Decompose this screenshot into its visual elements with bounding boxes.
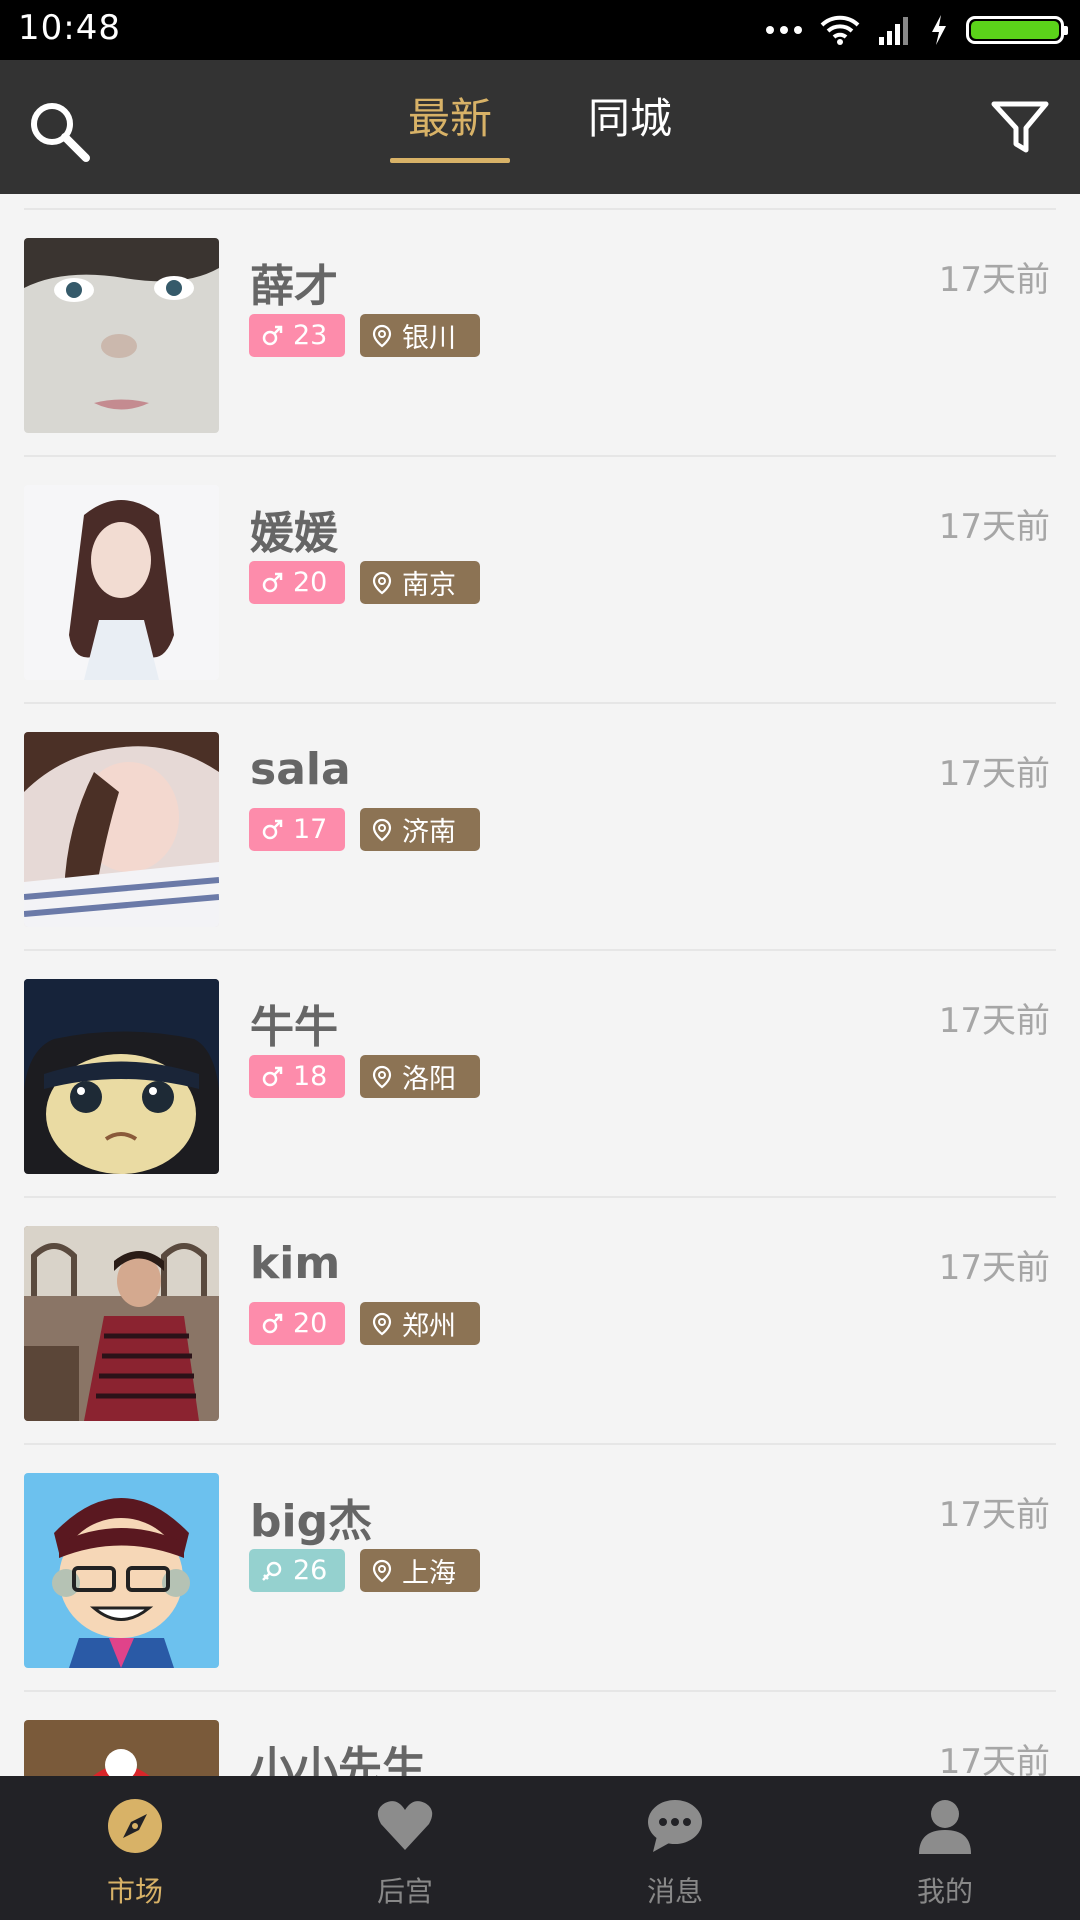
age-value: 23 bbox=[293, 320, 328, 351]
location-pin-icon bbox=[372, 324, 392, 347]
age-value: 20 bbox=[293, 567, 328, 598]
list-item[interactable]: 牛牛 17天前 18 洛阳 bbox=[0, 951, 1080, 1198]
user-name: 小小先生 bbox=[250, 1743, 426, 1776]
male-icon bbox=[262, 572, 283, 592]
age-value: 20 bbox=[293, 1308, 328, 1339]
age-tag: 23 bbox=[249, 314, 345, 357]
age-tag: 20 bbox=[249, 1302, 345, 1345]
active-time: 17天前 bbox=[938, 1001, 1050, 1041]
age-value: 26 bbox=[293, 1555, 328, 1586]
female-icon bbox=[262, 1561, 282, 1581]
active-tab-indicator bbox=[390, 158, 510, 163]
app-screen: 10:48 最新 同城 薛才 17天前 23 银川 媛媛 17天前 20 南京 … bbox=[0, 0, 1080, 1920]
bottom-nav: 市场 后宫 消息 我的 bbox=[0, 1776, 1080, 1920]
status-time: 10:48 bbox=[18, 8, 121, 48]
wifi-icon bbox=[820, 15, 860, 45]
person-icon bbox=[919, 1800, 971, 1854]
location-tag: 上海 bbox=[360, 1549, 480, 1592]
active-time: 17天前 bbox=[938, 1742, 1050, 1776]
avatar[interactable] bbox=[24, 1720, 219, 1776]
location-tag: 银川 bbox=[360, 314, 480, 357]
user-name: sala bbox=[250, 744, 351, 795]
nav-market[interactable]: 市场 bbox=[0, 1776, 270, 1920]
charging-icon bbox=[932, 15, 946, 45]
location-pin-icon bbox=[372, 1065, 392, 1088]
location-pin-icon bbox=[372, 818, 392, 841]
nav-label: 后宫 bbox=[376, 1875, 433, 1908]
nav-label: 消息 bbox=[646, 1875, 703, 1908]
user-name: 媛媛 bbox=[250, 508, 338, 559]
list-item[interactable]: kim 17天前 20 郑州 bbox=[0, 1198, 1080, 1445]
status-bar: 10:48 bbox=[0, 0, 1080, 60]
avatar[interactable] bbox=[24, 732, 219, 927]
avatar[interactable] bbox=[24, 238, 219, 433]
avatar[interactable] bbox=[24, 1226, 219, 1421]
active-time: 17天前 bbox=[938, 260, 1050, 300]
city-value: 银川 bbox=[402, 323, 456, 354]
age-tag: 26 bbox=[249, 1549, 345, 1592]
city-value: 济南 bbox=[402, 817, 456, 848]
location-tag: 南京 bbox=[360, 561, 480, 604]
city-value: 上海 bbox=[402, 1558, 456, 1589]
age-tag: 18 bbox=[249, 1055, 345, 1098]
list-item[interactable]: 媛媛 17天前 20 南京 bbox=[0, 457, 1080, 704]
active-time: 17天前 bbox=[938, 507, 1050, 547]
city-value: 南京 bbox=[402, 570, 456, 601]
active-time: 17天前 bbox=[938, 754, 1050, 794]
male-icon bbox=[262, 1066, 283, 1086]
compass-icon bbox=[108, 1799, 162, 1853]
nav-label: 我的 bbox=[916, 1875, 973, 1908]
search-icon[interactable] bbox=[26, 98, 92, 164]
city-value: 洛阳 bbox=[402, 1064, 456, 1095]
male-icon bbox=[262, 1313, 283, 1333]
nav-label: 市场 bbox=[106, 1875, 163, 1908]
city-value: 郑州 bbox=[402, 1311, 456, 1342]
filter-icon[interactable] bbox=[990, 98, 1050, 158]
avatar[interactable] bbox=[24, 485, 219, 680]
user-name: 薛才 bbox=[250, 261, 338, 312]
avatar[interactable] bbox=[24, 979, 219, 1174]
location-tag: 济南 bbox=[360, 808, 480, 851]
location-tag: 郑州 bbox=[360, 1302, 480, 1345]
battery-icon bbox=[966, 16, 1068, 44]
user-name: kim bbox=[250, 1238, 341, 1289]
list-item[interactable]: 薛才 17天前 23 银川 bbox=[0, 210, 1080, 457]
user-name: 牛牛 bbox=[250, 1002, 338, 1053]
chat-bubble-icon bbox=[648, 1800, 702, 1852]
male-icon bbox=[262, 819, 283, 839]
more-dots-icon bbox=[766, 26, 802, 34]
location-pin-icon bbox=[372, 1559, 392, 1582]
signal-icon bbox=[879, 17, 908, 45]
status-icons bbox=[766, 12, 1068, 48]
tab-same-city[interactable]: 同城 bbox=[570, 92, 690, 162]
active-time: 17天前 bbox=[938, 1495, 1050, 1535]
nav-harem[interactable]: 后宫 bbox=[270, 1776, 540, 1920]
list-item[interactable]: sala 17天前 17 济南 bbox=[0, 704, 1080, 951]
age-tag: 20 bbox=[249, 561, 345, 604]
avatar[interactable] bbox=[24, 1473, 219, 1668]
user-list[interactable]: 薛才 17天前 23 银川 媛媛 17天前 20 南京 sala 17天前 17… bbox=[0, 194, 1080, 1776]
location-pin-icon bbox=[372, 1312, 392, 1335]
age-tag: 17 bbox=[249, 808, 345, 851]
user-name: big杰 bbox=[250, 1496, 373, 1547]
heart-icon bbox=[377, 1801, 433, 1850]
active-time: 17天前 bbox=[938, 1248, 1050, 1288]
nav-mine[interactable]: 我的 bbox=[810, 1776, 1080, 1920]
male-icon bbox=[262, 325, 283, 345]
tab-latest[interactable]: 最新 bbox=[390, 92, 510, 162]
location-tag: 洛阳 bbox=[360, 1055, 480, 1098]
nav-messages[interactable]: 消息 bbox=[540, 1776, 810, 1920]
top-bar: 最新 同城 bbox=[0, 60, 1080, 194]
age-value: 17 bbox=[293, 814, 328, 845]
list-item[interactable]: big杰 17天前 26 上海 bbox=[0, 1445, 1080, 1692]
age-value: 18 bbox=[293, 1061, 328, 1092]
list-item[interactable]: 小小先生 17天前 bbox=[0, 1692, 1080, 1776]
location-pin-icon bbox=[372, 571, 392, 594]
